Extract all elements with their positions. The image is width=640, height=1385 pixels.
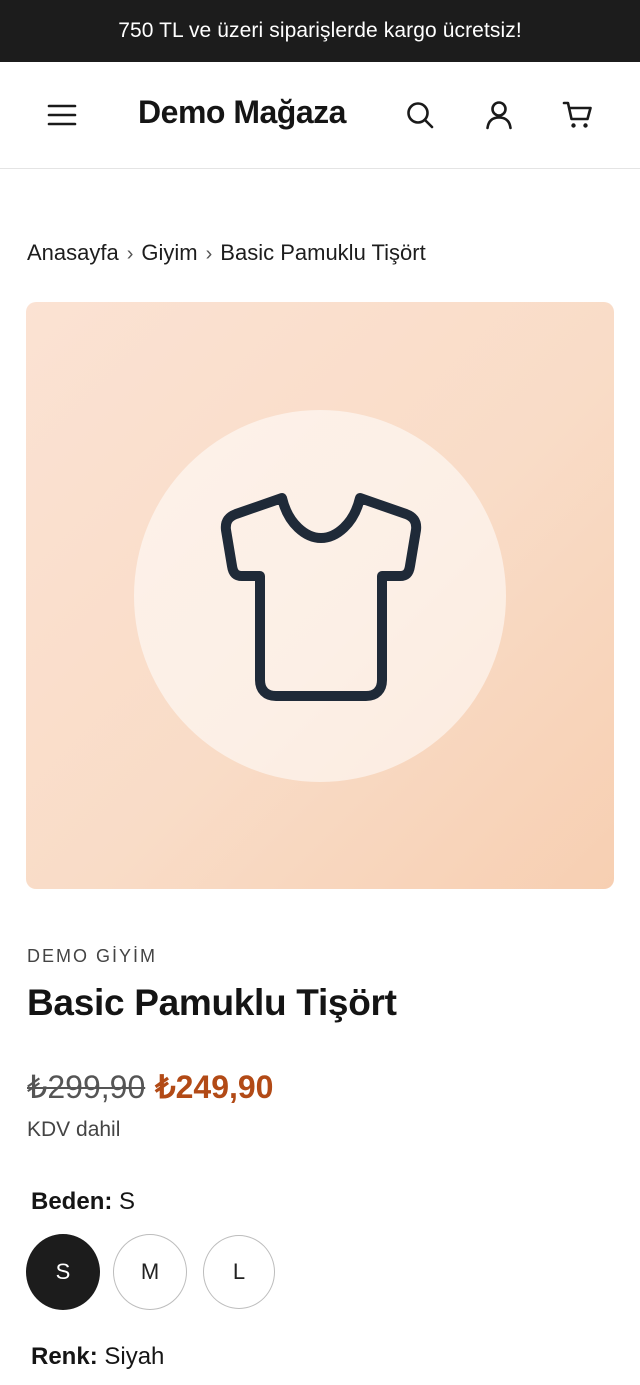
sale-price: ₺249,90: [155, 1069, 274, 1105]
breadcrumb-separator: ›: [205, 243, 213, 265]
user-icon: [486, 101, 512, 130]
size-option-label: Beden: S: [31, 1188, 135, 1216]
breadcrumb-separator: ›: [126, 243, 134, 265]
size-option-m[interactable]: M: [113, 1234, 187, 1310]
search-icon: [407, 102, 434, 129]
old-price: ₺299,90: [27, 1069, 146, 1105]
tshirt-icon: [220, 493, 422, 701]
product-brand[interactable]: DEMO GİYİM: [27, 946, 157, 967]
site-header: Demo Mağaza: [0, 62, 640, 169]
size-selected-value: S: [119, 1188, 136, 1215]
size-option-s[interactable]: S: [26, 1234, 100, 1310]
breadcrumb-category[interactable]: Giyim: [141, 240, 197, 265]
search-button[interactable]: [400, 95, 440, 135]
size-option-l[interactable]: L: [203, 1235, 275, 1309]
announcement-bar: 750 TL ve üzeri siparişlerde kargo ücret…: [0, 0, 640, 62]
color-label-title: Renk:: [31, 1343, 98, 1370]
cart-icon: [562, 101, 592, 128]
product-title: Basic Pamuklu Tişört: [27, 982, 397, 1023]
tax-note: KDV dahil: [27, 1118, 121, 1141]
price-row: ₺299,90 ₺249,90: [27, 1068, 273, 1106]
breadcrumb: Anasayfa › Giyim › Basic Pamuklu Tişört: [27, 240, 426, 266]
cart-button[interactable]: [558, 95, 598, 135]
size-label-title: Beden:: [31, 1188, 113, 1215]
store-logo-text: Demo Mağaza: [138, 94, 346, 130]
breadcrumb-current: Basic Pamuklu Tişört: [220, 240, 426, 265]
color-option-label: Renk: Siyah: [31, 1343, 164, 1371]
product-image[interactable]: [26, 302, 614, 889]
account-button[interactable]: [479, 95, 519, 135]
announcement-text: 750 TL ve üzeri siparişlerde kargo ücret…: [118, 19, 522, 42]
color-selected-value: Siyah: [104, 1343, 165, 1370]
breadcrumb-home[interactable]: Anasayfa: [27, 240, 119, 265]
